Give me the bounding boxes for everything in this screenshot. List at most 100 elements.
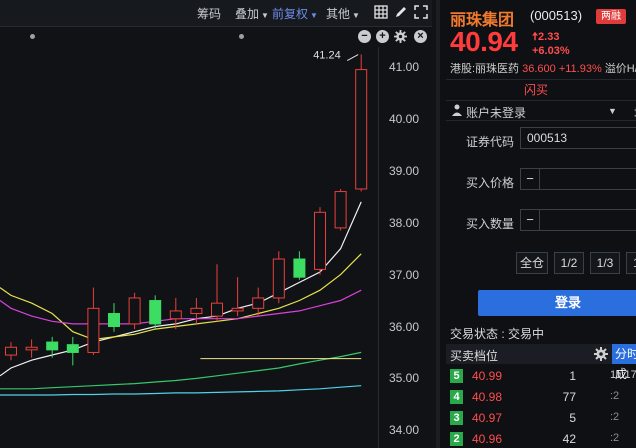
candle-down	[66, 344, 79, 353]
level-badge: 4	[450, 390, 463, 404]
level-volume: 5	[569, 411, 576, 425]
chart-subbar: − + ×	[0, 27, 432, 47]
tick-time: 11:17	[610, 369, 636, 381]
adjust-menu[interactable]: 前复权 ▼	[272, 5, 318, 22]
grid-icon[interactable]	[374, 5, 388, 19]
order-book-title: 买卖档位	[450, 349, 499, 363]
price-tick-label: 40.00	[389, 111, 420, 126]
candle-up	[252, 297, 265, 309]
tab-quick-buy-label: 闪买	[523, 83, 548, 97]
level-price: 40.98	[472, 390, 503, 404]
qty-third-button[interactable]: 1/3	[590, 252, 620, 274]
chevron-down-icon: ▼	[352, 11, 360, 20]
candle-up	[334, 191, 347, 229]
level-price: 40.97	[472, 411, 503, 425]
candle-up	[128, 297, 141, 325]
price-label: 买入价格	[466, 176, 515, 190]
margin-badge: 两融	[596, 9, 626, 24]
order-book-row: 5 40.99 1 11:17	[446, 366, 636, 387]
candle-down	[293, 258, 306, 278]
stock-code: (000513)	[530, 8, 583, 23]
level-volume: 1	[569, 369, 576, 383]
price-tick-label: 36.00	[389, 319, 420, 334]
account-label: 账户未登录	[466, 106, 527, 120]
login-button[interactable]: 登录	[478, 290, 636, 316]
plus-icon[interactable]: +	[376, 30, 389, 43]
candle-down	[108, 313, 120, 327]
kline-chart-panel[interactable]: 筹码 叠加 ▼ 前复权 ▼ 其他 ▼ − + × 41.24 41.00 40.00 39	[0, 0, 432, 448]
tab-quick-buy[interactable]: 闪买	[446, 80, 636, 100]
candle-up	[190, 307, 203, 315]
more-label: 其他	[326, 7, 351, 21]
price-minus-button[interactable]: −	[520, 168, 540, 190]
chevron-down-icon: ▼	[608, 106, 617, 116]
price-axis: 41.00 40.00 39.00 38.00 37.00 36.00 35.00 34.00	[378, 47, 432, 448]
qty-label: 买入数量	[466, 217, 515, 231]
chevron-down-icon: ▼	[310, 11, 318, 20]
price-tick-label: 34.00	[389, 423, 420, 438]
annotation-arrow	[346, 54, 359, 61]
order-book-row: 3 40.97 5 :2	[446, 408, 636, 429]
draw-pen-icon[interactable]	[394, 5, 408, 19]
candle-down	[46, 341, 59, 351]
price-tick-label: 35.00	[389, 371, 420, 386]
more-menu[interactable]: 其他 ▼	[326, 5, 360, 22]
close-icon[interactable]: ×	[414, 30, 427, 43]
qty-all-button[interactable]: 全仓	[516, 252, 548, 274]
overlay-label: 叠加	[235, 7, 260, 21]
candle-up	[355, 69, 368, 190]
tick-time: :2	[610, 390, 620, 402]
code-label: 证券代码	[466, 135, 515, 149]
order-book-row: 4 40.98 77 :2	[446, 387, 636, 408]
overlay-menu[interactable]: 叠加 ▼	[235, 5, 269, 22]
candle-up	[87, 307, 100, 353]
chevron-down-icon: ▼	[261, 11, 269, 20]
price-change-value: 2.33	[538, 31, 560, 43]
price-tick-label: 39.00	[389, 163, 420, 178]
trade-status: 交易状态 : 交易中	[450, 327, 545, 341]
kline-plot[interactable]: 41.24	[0, 47, 378, 448]
tab-tick-trades[interactable]: 分时成	[612, 344, 636, 381]
qty-half-button[interactable]: 1/2	[554, 252, 584, 274]
user-icon	[452, 104, 462, 116]
price-tick-label: 41.00	[389, 60, 420, 74]
qty-quarter-button[interactable]: 1/	[626, 252, 636, 274]
level-volume: 77	[562, 390, 576, 404]
gear-icon[interactable]	[594, 347, 608, 361]
price-tick-label: 37.00	[389, 267, 420, 282]
tick-time: :2	[610, 432, 620, 444]
level-price: 40.99	[472, 369, 503, 383]
hk-value: 36.600 +11.93%	[522, 63, 602, 75]
order-book-header: 买卖档位 分时成	[446, 344, 636, 381]
buy-qty-input[interactable]	[540, 209, 636, 231]
account-select[interactable]: 账户未登录 ▼ 增	[446, 101, 636, 121]
hk-label: 港股:丽珠医药	[450, 63, 520, 75]
chart-toolbar: 筹码 叠加 ▼ 前复权 ▼ 其他 ▼	[0, 0, 432, 27]
level-badge: 3	[450, 411, 463, 425]
ma-line-2	[0, 253, 362, 341]
minus-icon[interactable]: −	[358, 30, 371, 43]
candle-down	[149, 300, 162, 325]
level-volume: 42	[562, 432, 576, 446]
security-code-input[interactable]: 000513	[520, 127, 636, 149]
order-book-row: 2 40.96 42 :2	[446, 429, 636, 448]
candle-up	[272, 258, 285, 299]
fullscreen-icon[interactable]	[414, 5, 428, 19]
premium-label: 溢价H/A	[604, 63, 636, 75]
ma-line-4	[0, 351, 362, 390]
level-badge: 2	[450, 432, 463, 446]
candle-up	[231, 307, 244, 312]
qty-minus-button[interactable]: −	[520, 209, 540, 231]
gear-icon[interactable]	[394, 30, 407, 43]
chips-button[interactable]: 筹码	[197, 5, 221, 22]
dot-marker-icon	[30, 34, 35, 39]
dot-marker-icon	[239, 34, 244, 39]
buy-price-input[interactable]	[540, 168, 636, 190]
tick-time: :2	[610, 411, 620, 423]
high-price-annotation: 41.24	[313, 50, 341, 62]
adjust-label: 前复权	[272, 7, 309, 21]
candle-up	[25, 346, 38, 351]
hk-quote-line: 港股:丽珠医药 36.600 +11.93% 溢价H/A	[450, 60, 636, 76]
price-tick-label: 38.00	[389, 215, 420, 230]
candle-up	[211, 302, 223, 317]
